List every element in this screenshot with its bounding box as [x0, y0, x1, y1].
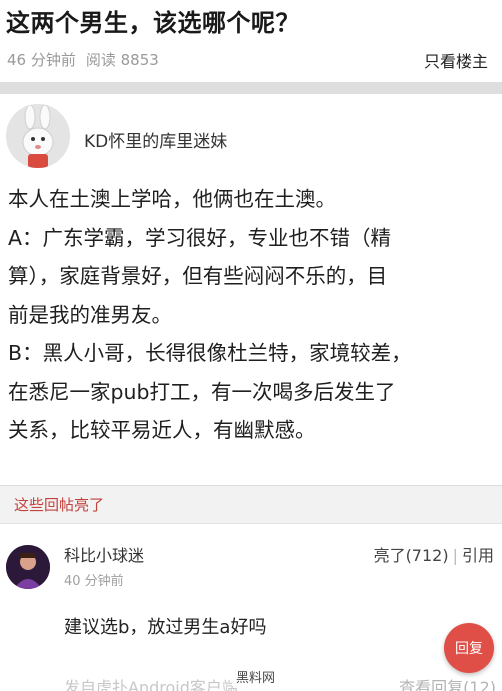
highlight-section-label: 这些回帖亮了	[0, 486, 502, 524]
post-title: 这两个男生，该选哪个呢？	[6, 9, 300, 37]
only-op-button[interactable]: 只看楼主	[424, 48, 488, 72]
bunny-avatar-icon	[6, 104, 70, 168]
op-body-line: A：广东学霸，学习很好，专业也不错（精	[8, 225, 392, 250]
op-body-line: B：黑人小哥，长得很像杜兰特，家境较差，	[8, 341, 412, 365]
post-meta: 46 分钟前 阅读 8853	[7, 49, 159, 70]
op-body-line: 在悉尼一家pub打工，有一次喝多后发生了	[8, 379, 396, 404]
like-button[interactable]: 亮了(712)	[374, 546, 449, 565]
view-replies-link[interactable]: 查看回复(12)	[399, 674, 496, 691]
op-body: 本人在土澳上学哈，他俩也在土澳。 A：广东学霸，学习很好，专业也不错（精 算），…	[8, 180, 496, 450]
op-author[interactable]: KD怀里的库里迷妹	[6, 104, 227, 168]
avatar[interactable]	[6, 545, 50, 589]
post-page: 这两个男生，该选哪个呢？ 46 分钟前 阅读 8853 只看楼主 KD怀里的库里…	[0, 0, 502, 691]
post-time: 46 分钟前	[7, 51, 76, 69]
op-username[interactable]: KD怀里的库里迷妹	[84, 127, 227, 152]
post-header: 这两个男生，该选哪个呢？ 46 分钟前 阅读 8853 只看楼主	[0, 0, 502, 82]
reply-username[interactable]: 科比小球迷	[64, 542, 144, 566]
reply-text: 建议选b，放过男生a好吗	[64, 617, 267, 638]
reply-source: 发自虎扑Android客户端	[64, 678, 238, 691]
reply-actions: 亮了(712) | 引用	[374, 542, 494, 566]
op-post: KD怀里的库里迷妹 本人在土澳上学哈，他俩也在土澳。 A：广东学霸，学习很好，专…	[0, 94, 502, 486]
quote-button[interactable]: 引用	[462, 546, 494, 565]
action-separator: |	[452, 546, 458, 565]
reply-time: 40 分钟前	[64, 574, 124, 589]
post-read-count: 阅读 8853	[85, 51, 159, 69]
op-body-line: 前是我的准男友。	[8, 302, 172, 327]
watermark: 黑料网	[232, 666, 280, 687]
op-body-line: 关系，比较平易近人，有幽默感。	[8, 418, 316, 442]
user-avatar-icon	[6, 545, 50, 589]
avatar[interactable]	[6, 104, 70, 168]
op-body-line: 算），家庭背景好，但有些闷闷不乐的，目	[8, 264, 388, 288]
reply-button[interactable]: 回复	[444, 623, 494, 673]
op-body-line: 本人在土澳上学哈，他俩也在土澳。	[8, 187, 336, 211]
divider	[0, 82, 502, 94]
